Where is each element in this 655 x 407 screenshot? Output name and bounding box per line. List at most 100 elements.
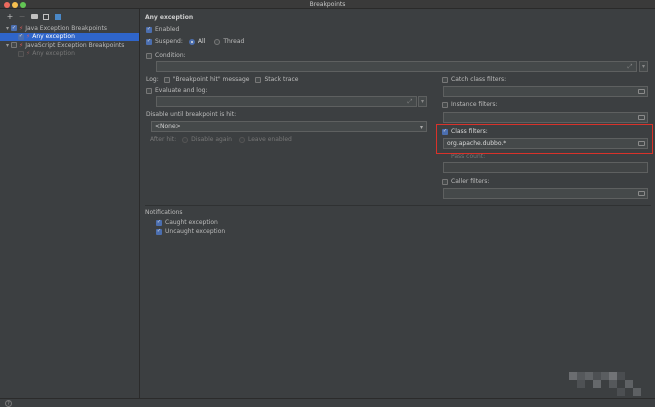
expand-icon[interactable]: ⤢ xyxy=(406,98,414,105)
enabled-row: ✓ Enabled xyxy=(146,26,179,33)
log-label: Log: xyxy=(146,76,159,83)
instance-filters-label: Instance filters: xyxy=(451,101,498,108)
disable-until-label: Disable until breakpoint is hit: xyxy=(146,111,237,118)
tree-checkbox[interactable]: ✓ xyxy=(18,33,24,40)
tree-item-java-exception-breakpoints[interactable]: ▾ ✓ ⚡ Java Exception Breakpoints xyxy=(0,24,139,33)
evaluate-log-checkbox[interactable] xyxy=(146,87,152,94)
caller-filters-label: Caller filters: xyxy=(451,178,490,185)
tree-checkbox[interactable] xyxy=(18,50,24,57)
exception-breakpoint-icon: ⚡ xyxy=(19,24,24,32)
title-bar: Breakpoints xyxy=(0,0,655,9)
evaluate-log-more-button[interactable]: ▾ xyxy=(418,96,427,107)
pass-count-field[interactable] xyxy=(443,162,648,173)
remove-breakpoint-button[interactable]: − xyxy=(18,12,26,21)
instance-filters-checkbox[interactable] xyxy=(442,101,448,108)
log-row: Log: "Breakpoint hit" message Stack trac… xyxy=(146,76,298,83)
tree-item-label: JavaScript Exception Breakpoints xyxy=(25,41,125,49)
evaluate-log-field[interactable]: ⤢ xyxy=(156,96,417,107)
uncaught-exception-row: ✓ Uncaught exception xyxy=(156,228,225,235)
watermark-block xyxy=(577,372,585,380)
leave-enabled-radio[interactable] xyxy=(238,136,245,143)
folder-icon xyxy=(30,14,38,19)
instance-filters-field[interactable] xyxy=(443,112,648,123)
watermark-block xyxy=(569,372,577,380)
tree-item-label: Any exception xyxy=(32,50,75,58)
condition-checkbox[interactable] xyxy=(146,52,152,59)
file-icon xyxy=(43,13,49,20)
watermark-block xyxy=(577,380,585,388)
folder-icon[interactable] xyxy=(637,88,645,95)
notifications-title: Notifications xyxy=(145,209,183,216)
uncaught-exception-checkbox[interactable]: ✓ xyxy=(156,228,162,235)
catch-class-filters-field[interactable] xyxy=(443,86,648,97)
suspend-all-label: All xyxy=(197,38,206,45)
folder-icon[interactable] xyxy=(637,114,645,121)
after-hit-label: After hit: xyxy=(150,136,177,143)
evaluate-log-label: Evaluate and log: xyxy=(155,87,208,94)
tree-item-javascript-exception-breakpoints[interactable]: ▾ ⚡ JavaScript Exception Breakpoints xyxy=(0,41,139,50)
folder-icon[interactable] xyxy=(637,190,645,197)
watermark-block xyxy=(593,372,601,380)
catch-class-filters-checkbox[interactable] xyxy=(442,76,448,83)
disable-again-label: Disable again xyxy=(191,136,232,143)
condition-label: Condition: xyxy=(155,52,186,59)
group-by-package-button[interactable] xyxy=(30,13,38,21)
watermark-block xyxy=(609,372,617,380)
condition-field[interactable]: ⤢ xyxy=(156,61,637,72)
exception-breakpoint-icon: ⚡ xyxy=(26,50,31,58)
disable-until-combo[interactable]: <None> ▾ xyxy=(151,121,427,132)
exception-breakpoint-icon: ⚡ xyxy=(26,33,31,41)
condition-row: Condition: xyxy=(146,52,186,59)
uncaught-exception-label: Uncaught exception xyxy=(165,228,226,235)
enabled-checkbox[interactable]: ✓ xyxy=(146,26,152,33)
stack-trace-label: Stack trace xyxy=(264,76,299,83)
tree-checkbox[interactable]: ✓ xyxy=(11,25,17,32)
evaluate-log-row: Evaluate and log: xyxy=(146,87,207,94)
tree-item-label: Any exception xyxy=(32,33,75,41)
class-filters-highlight xyxy=(436,124,653,154)
suspend-thread-radio[interactable] xyxy=(214,38,221,45)
tree-item-any-exception-java[interactable]: ✓ ⚡ Any exception xyxy=(0,32,139,41)
caller-filters-checkbox[interactable] xyxy=(442,178,448,185)
tree-item-any-exception-js[interactable]: ⚡ Any exception xyxy=(0,50,139,59)
suspend-row: ✓ Suspend: All Thread xyxy=(146,38,244,45)
disable-until-value: <None> xyxy=(155,123,181,130)
caught-exception-row: ✓ Caught exception xyxy=(156,219,218,226)
group-by-class-button[interactable] xyxy=(54,13,62,21)
divider xyxy=(145,205,651,206)
watermark-block xyxy=(617,388,625,396)
log-message-checkbox[interactable] xyxy=(163,76,170,83)
window-title: Breakpoints xyxy=(309,1,346,8)
catch-class-filters-label: Catch class filters: xyxy=(451,76,507,83)
help-icon[interactable]: ? xyxy=(5,400,12,407)
catch-class-filters-row: Catch class filters: xyxy=(442,76,506,83)
disable-again-radio[interactable] xyxy=(182,136,189,143)
watermark-block xyxy=(609,380,617,388)
chevron-down-icon: ▾ xyxy=(419,124,423,131)
tree-checkbox[interactable] xyxy=(11,42,17,49)
stack-trace-checkbox[interactable] xyxy=(255,76,262,83)
details-header: Any exception xyxy=(145,14,194,21)
instance-filters-row: Instance filters: xyxy=(442,101,498,108)
expand-arrow-icon[interactable]: ▾ xyxy=(4,42,11,49)
suspend-all-radio[interactable] xyxy=(188,38,195,45)
caught-exception-checkbox[interactable]: ✓ xyxy=(156,219,162,226)
status-bar: ? xyxy=(0,398,655,407)
watermark-block xyxy=(633,388,641,396)
watermark-block xyxy=(593,380,601,388)
expand-arrow-icon[interactable]: ▾ xyxy=(4,25,11,32)
class-icon xyxy=(55,13,61,20)
pass-count-label: Pass count: xyxy=(451,153,486,160)
suspend-thread-label: Thread xyxy=(223,38,245,45)
expand-icon[interactable]: ⤢ xyxy=(626,63,634,70)
condition-more-button[interactable]: ▾ xyxy=(639,61,648,72)
watermark-block xyxy=(585,372,593,380)
caught-exception-label: Caught exception xyxy=(165,219,218,226)
watermark-block xyxy=(617,372,625,380)
tree-toolbar: + − xyxy=(0,9,139,24)
suspend-checkbox[interactable]: ✓ xyxy=(146,38,152,45)
exception-breakpoint-icon: ⚡ xyxy=(19,41,24,49)
add-breakpoint-button[interactable]: + xyxy=(6,12,14,21)
group-by-file-button[interactable] xyxy=(42,13,50,21)
caller-filters-field[interactable] xyxy=(443,188,648,199)
